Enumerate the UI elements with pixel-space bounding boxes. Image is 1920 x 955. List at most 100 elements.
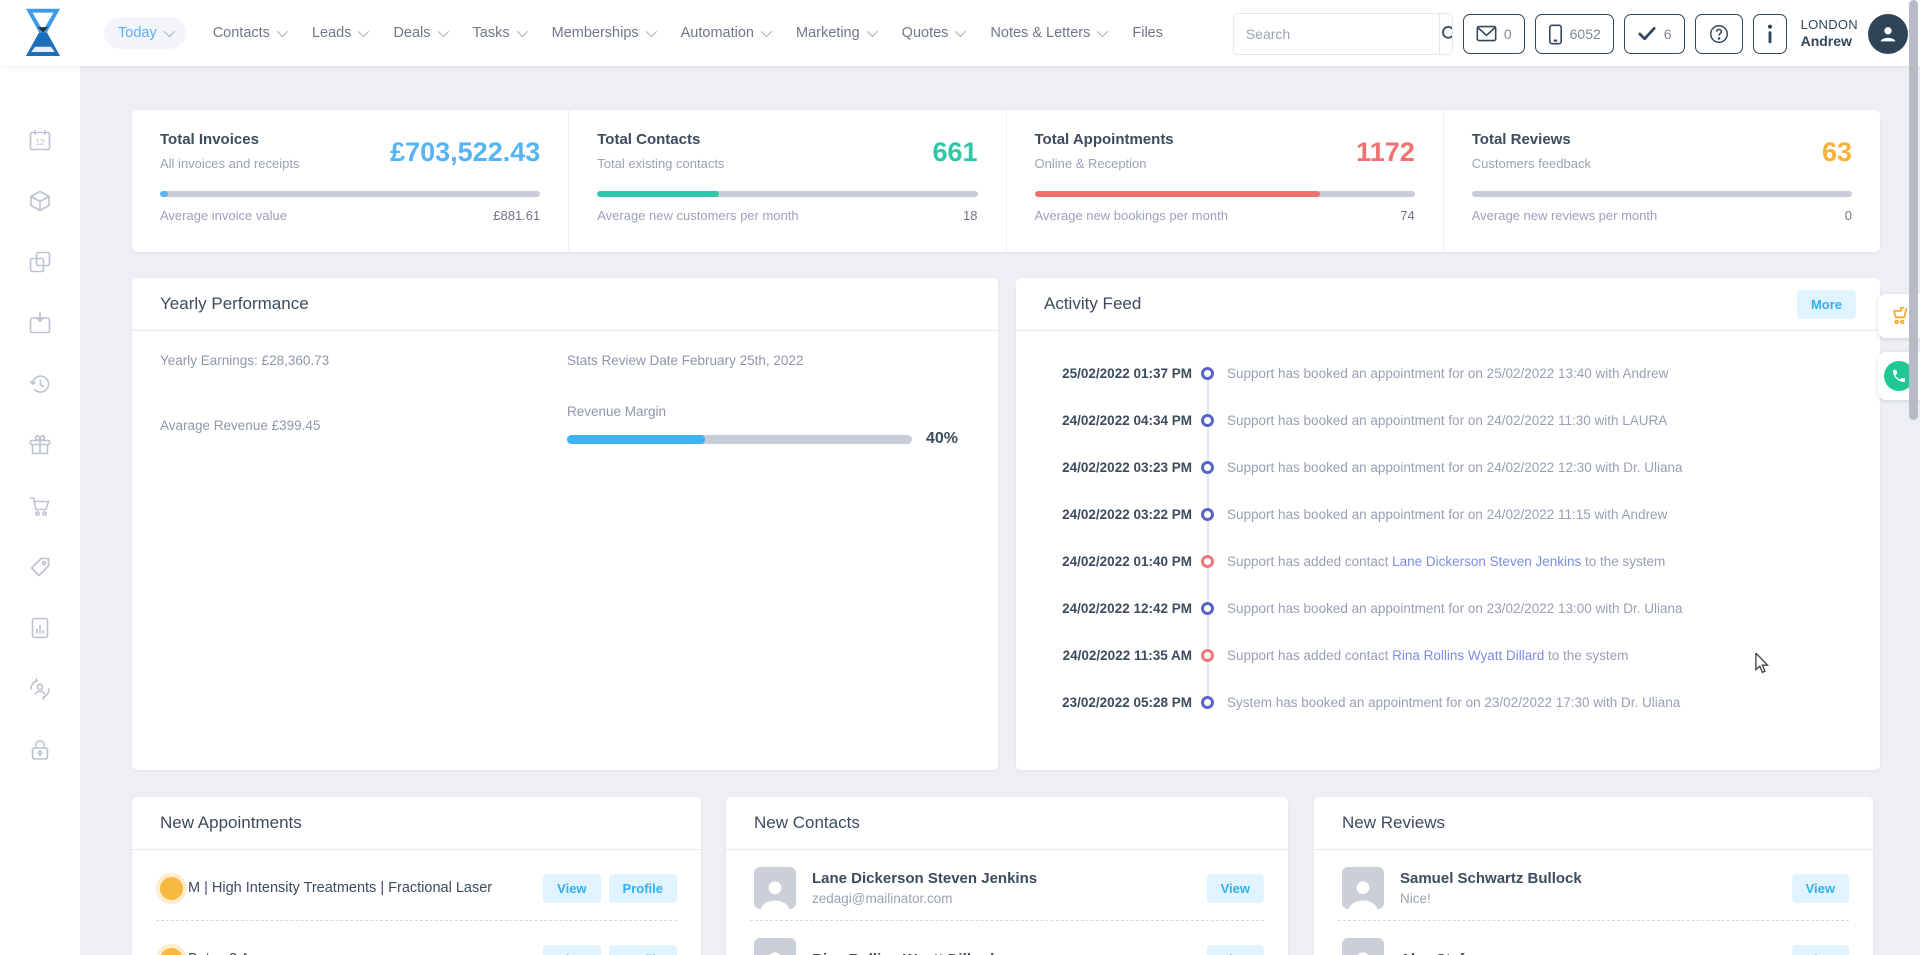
person-icon bbox=[1877, 23, 1899, 45]
activity-entry: 24/02/2022 12:42 PM Support has booked a… bbox=[1016, 585, 1880, 632]
stat-subtitle: All invoices and receipts bbox=[160, 156, 299, 171]
activity-timestamp: 24/02/2022 03:23 PM bbox=[1042, 460, 1192, 475]
stat-subtitle: Total existing contacts bbox=[597, 156, 724, 171]
user-identity: LONDON Andrew bbox=[1801, 17, 1858, 51]
activity-text: Support has booked an appointment for on… bbox=[1227, 601, 1683, 616]
activity-text: Support has booked an appointment for on… bbox=[1227, 460, 1683, 475]
gift-icon[interactable] bbox=[28, 433, 52, 457]
search-button[interactable] bbox=[1439, 14, 1453, 54]
menu-item-files[interactable]: Files bbox=[1132, 25, 1163, 41]
menu-item-notes-letters[interactable]: Notes & Letters bbox=[990, 25, 1105, 41]
reviewer-name: Alex Stefan bbox=[1400, 951, 1482, 955]
menu-label: Files bbox=[1132, 25, 1163, 41]
svg-text:12: 12 bbox=[35, 137, 45, 147]
profile-button[interactable]: Profile bbox=[609, 874, 677, 903]
lock-icon[interactable] bbox=[28, 738, 52, 762]
menu-item-tasks[interactable]: Tasks bbox=[473, 25, 525, 41]
chevron-down-icon bbox=[516, 26, 527, 37]
menu-item-deals[interactable]: Deals bbox=[393, 25, 445, 41]
activity-entry: 24/02/2022 03:22 PM Support has booked a… bbox=[1016, 491, 1880, 538]
stat-progress-fill bbox=[1035, 191, 1320, 197]
hourglass-logo[interactable] bbox=[22, 7, 64, 59]
stat-subtitle: Customers feedback bbox=[1472, 156, 1591, 171]
phone-icon bbox=[1891, 368, 1907, 384]
view-button[interactable]: View bbox=[1207, 945, 1264, 955]
search-input[interactable] bbox=[1234, 26, 1439, 42]
checkmark-icon bbox=[1637, 26, 1657, 42]
menu-item-memberships[interactable]: Memberships bbox=[552, 25, 654, 41]
dashboard-screen: Today Contacts Leads Deals Tasks Members… bbox=[0, 0, 1920, 955]
contact-link[interactable]: Rina Rollins Wyatt Dillard bbox=[1392, 648, 1544, 663]
view-button[interactable]: View bbox=[543, 945, 600, 955]
activity-entry: 23/02/2022 05:28 PM System has booked an… bbox=[1016, 679, 1880, 726]
stat-card-total-reviews: Total Reviews Customers feedback 63 Aver… bbox=[1444, 110, 1880, 252]
contact-name: Lane Dickerson Steven Jenkins bbox=[812, 870, 1037, 887]
menu-label: Contacts bbox=[213, 25, 270, 41]
appointment-row: Botox 3 Areas View Profile bbox=[132, 929, 701, 955]
price-tag-icon[interactable] bbox=[28, 555, 52, 579]
menu-item-marketing[interactable]: Marketing bbox=[796, 25, 875, 41]
stat-title: Total Reviews bbox=[1472, 131, 1591, 148]
calendar-icon[interactable]: 12 bbox=[28, 128, 52, 152]
chevron-down-icon bbox=[163, 26, 174, 37]
calendar-import-icon[interactable] bbox=[28, 311, 52, 335]
help-button[interactable] bbox=[1695, 14, 1743, 54]
view-button[interactable]: View bbox=[543, 874, 600, 903]
account-sync-icon[interactable] bbox=[28, 677, 52, 701]
reviewer-name: Samuel Schwartz Bullock bbox=[1400, 870, 1582, 887]
tasks-counter-button[interactable]: 6 bbox=[1624, 14, 1685, 54]
stat-progress-fill bbox=[597, 191, 719, 197]
activity-text: Support has booked an appointment for on… bbox=[1227, 366, 1668, 381]
chevron-down-icon bbox=[955, 26, 966, 37]
mail-count: 0 bbox=[1504, 26, 1512, 42]
phone-counter-button[interactable]: 6052 bbox=[1535, 14, 1614, 54]
menu-label: Notes & Letters bbox=[990, 25, 1090, 41]
location-label: LONDON bbox=[1801, 17, 1858, 33]
user-avatar[interactable] bbox=[1868, 14, 1908, 54]
tasks-count: 6 bbox=[1664, 26, 1672, 42]
menu-item-leads[interactable]: Leads bbox=[312, 25, 367, 41]
menu-item-contacts[interactable]: Contacts bbox=[213, 25, 285, 41]
main-menu: Today Contacts Leads Deals Tasks Members… bbox=[104, 17, 1163, 49]
search-box bbox=[1233, 13, 1453, 55]
activity-text: Support has booked an appointment for on… bbox=[1227, 413, 1667, 428]
stat-title: Total Appointments bbox=[1035, 131, 1174, 148]
page-scrollbar-thumb[interactable] bbox=[1909, 0, 1918, 420]
kpi-stat-band: Total Invoices All invoices and receipts… bbox=[132, 110, 1880, 252]
activity-timestamp: 24/02/2022 11:35 AM bbox=[1042, 648, 1192, 663]
timeline-dot-icon bbox=[1201, 555, 1214, 568]
profile-button[interactable]: Profile bbox=[609, 945, 677, 955]
activity-text: System has booked an appointment for on … bbox=[1227, 695, 1680, 710]
menu-item-automation[interactable]: Automation bbox=[681, 25, 769, 41]
review-row: Samuel Schwartz Bullock Nice! View bbox=[1314, 858, 1873, 918]
stat-footer-value: £881.61 bbox=[493, 208, 540, 223]
activity-feed-panel: Activity Feed More 25/02/2022 01:37 PM S… bbox=[1016, 278, 1880, 770]
mail-counter-button[interactable]: 0 bbox=[1463, 14, 1525, 54]
menu-item-quotes[interactable]: Quotes bbox=[902, 25, 964, 41]
revenue-margin-bar-row: 40% bbox=[567, 430, 958, 448]
stat-subtitle: Online & Reception bbox=[1035, 156, 1174, 171]
activity-text: Support has added contact Rina Rollins W… bbox=[1227, 648, 1628, 663]
duplicate-icon[interactable] bbox=[28, 250, 52, 274]
stat-progress-track bbox=[160, 191, 540, 197]
history-icon[interactable] bbox=[28, 372, 52, 396]
contact-link[interactable]: Lane Dickerson Steven Jenkins bbox=[1392, 554, 1581, 569]
search-icon bbox=[1440, 24, 1453, 44]
package-icon[interactable] bbox=[28, 189, 52, 213]
cart-icon[interactable] bbox=[28, 494, 52, 518]
info-button[interactable] bbox=[1753, 14, 1787, 54]
person-placeholder-icon bbox=[758, 946, 792, 955]
reviewer-avatar bbox=[1342, 867, 1384, 909]
view-button[interactable]: View bbox=[1207, 874, 1264, 903]
stat-footer-value: 18 bbox=[963, 208, 977, 223]
panel-title: Yearly Performance bbox=[160, 294, 309, 314]
view-button[interactable]: View bbox=[1792, 945, 1849, 955]
average-revenue: Avarage Revenue £399.45 bbox=[160, 418, 320, 433]
stat-value: 63 bbox=[1822, 137, 1852, 171]
view-button[interactable]: View bbox=[1792, 874, 1849, 903]
more-button[interactable]: More bbox=[1797, 290, 1856, 319]
menu-item-today[interactable]: Today bbox=[104, 17, 186, 49]
chevron-down-icon bbox=[761, 26, 772, 37]
chevron-down-icon bbox=[358, 26, 369, 37]
report-icon[interactable] bbox=[28, 616, 52, 640]
